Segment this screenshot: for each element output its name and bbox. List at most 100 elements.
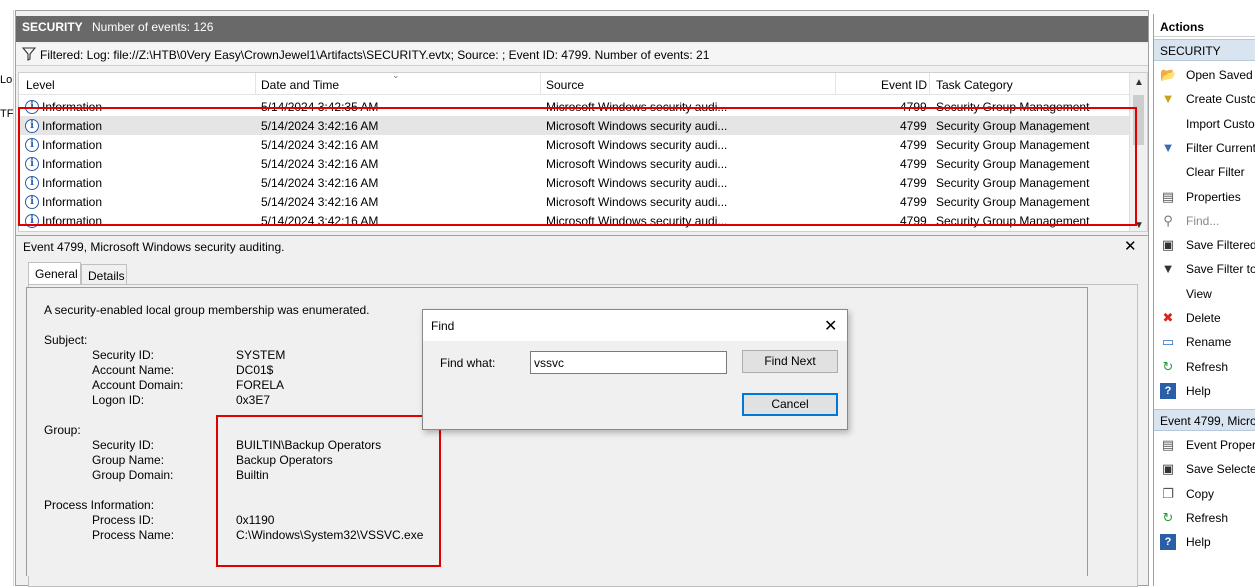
action-label: Help [1186, 383, 1211, 398]
process-label: Process Information: [44, 498, 155, 512]
section-label: Event 4799, Micro [1160, 414, 1255, 428]
column-header-date[interactable]: Date and Time [261, 78, 339, 92]
filter-icon: ▼ [1161, 139, 1175, 155]
close-icon[interactable]: ✕ [1124, 237, 1137, 255]
event-detail-header: Event 4799, Microsoft Windows security a… [16, 235, 1148, 257]
grid-header: Level Date and Time ⌄ Source Event ID Ta… [19, 73, 1129, 95]
actions-section-event[interactable]: Event 4799, Micro [1154, 409, 1255, 431]
save-icon: ▣ [1161, 237, 1175, 253]
field-value: DC01$ [236, 363, 274, 377]
action-label: Refresh [1186, 510, 1229, 525]
left-pane-edge: Lo TF [0, 10, 14, 586]
action-item[interactable]: ⚲ Find... [1154, 210, 1255, 232]
action-item[interactable]: ▣ Save Filtered [1154, 234, 1255, 256]
field-key: Security ID: [92, 348, 155, 362]
log-title: SECURITY [22, 20, 83, 34]
action-item[interactable]: ▤ Event Propert [1154, 434, 1255, 456]
close-icon[interactable]: ✕ [824, 316, 837, 336]
actions-title: Actions [1160, 20, 1205, 34]
action-item[interactable]: ❐ Copy [1154, 483, 1255, 505]
action-item[interactable]: ▭ Rename [1154, 331, 1255, 353]
group-label: Group: [44, 423, 81, 437]
copy-icon: ❐ [1162, 485, 1174, 501]
highlight-box-rows [18, 107, 1137, 226]
action-label: Save Filtered [1186, 238, 1255, 253]
action-label: Rename [1186, 335, 1232, 350]
action-item[interactable]: ? Help [1154, 380, 1255, 402]
action-label: Filter Current [1186, 140, 1255, 155]
blank-icon [1160, 164, 1176, 180]
field-key: Process ID: [92, 513, 155, 527]
field-key: Account Domain: [92, 378, 184, 392]
scroll-up-icon[interactable]: ▲ [1134, 77, 1144, 88]
action-item[interactable]: ▼ Save Filter to [1154, 258, 1255, 280]
action-item[interactable]: ✖ Delete [1154, 307, 1255, 329]
action-label: Import Custo [1186, 116, 1255, 131]
actions-section-security[interactable]: SECURITY [1154, 39, 1255, 61]
action-label: View [1186, 286, 1212, 301]
log-title-bar: SECURITY Number of events: 126 [16, 16, 1148, 42]
folder-icon: 📂 [1160, 67, 1177, 82]
field-value: FORELA [236, 378, 285, 392]
field-key: Process Name: [92, 528, 175, 542]
action-item[interactable]: ▼ Filter Current [1154, 137, 1255, 159]
left-fragment: TF [0, 108, 14, 120]
properties-icon: ▤ [1161, 188, 1175, 204]
subject-label: Subject: [44, 333, 88, 347]
action-item[interactable]: Clear Filter [1154, 161, 1255, 183]
find-next-button[interactable]: Find Next [742, 350, 838, 373]
action-item[interactable]: ? Help [1154, 531, 1255, 553]
column-header-level[interactable]: Level [26, 78, 55, 92]
action-label: Save Filter to [1186, 262, 1255, 277]
find-dialog: Find ✕ Find what: Find Next Cancel [422, 309, 848, 430]
action-item[interactable]: ▼ Create Custo [1154, 88, 1255, 110]
help-icon: ? [1160, 382, 1176, 399]
actions-pane: Actions SECURITY 📂 Open Saved L ▼ Create Cu… [1153, 14, 1255, 586]
section-label: SECURITY [1160, 44, 1221, 58]
action-item[interactable]: ↻ Refresh [1154, 507, 1255, 529]
left-fragment: Lo [0, 74, 13, 86]
column-header-event-id[interactable]: Event ID [881, 78, 927, 92]
action-label: Refresh [1186, 359, 1229, 374]
field-value: 0x3E7 [236, 393, 271, 407]
action-item[interactable]: ↻ Refresh [1154, 356, 1255, 378]
event-count: Number of events: 126 [92, 20, 214, 34]
action-item[interactable]: 📂 Open Saved L [1154, 64, 1255, 86]
filter-description: Filtered: Log: file://Z:\HTB\0Very Easy\… [40, 48, 710, 62]
event-properties-icon: ▤ [1161, 437, 1175, 452]
filter-bar: Filtered: Log: file://Z:\HTB\0Very Easy\… [16, 44, 1148, 66]
tab-details[interactable]: Details [81, 264, 127, 285]
action-item[interactable]: ▤ Properties [1154, 186, 1255, 208]
sort-indicator-icon: ⌄ [392, 72, 400, 80]
event-detail-title: Event 4799, Microsoft Windows security a… [23, 240, 285, 254]
action-item[interactable]: View [1154, 283, 1255, 305]
filter-icon [21, 47, 37, 64]
description-text: A security-enabled local group membershi… [44, 303, 370, 317]
refresh-icon: ↻ [1162, 509, 1174, 525]
action-item[interactable]: ▣ Save Selected [1154, 458, 1255, 480]
field-key: Security ID: [92, 438, 155, 452]
column-header-task-category[interactable]: Task Category [936, 78, 1013, 92]
action-label: Event Propert [1186, 438, 1255, 452]
action-label: Create Custo [1186, 92, 1255, 107]
rename-icon: ▭ [1161, 334, 1175, 350]
action-label: Clear Filter [1186, 165, 1245, 180]
field-value: SYSTEM [236, 348, 286, 362]
find-dialog-titlebar[interactable]: Find ✕ [423, 310, 847, 341]
field-key: Group Name: [92, 453, 165, 467]
cancel-button[interactable]: Cancel [742, 393, 838, 416]
find-what-input[interactable] [530, 351, 727, 374]
column-header-source[interactable]: Source [546, 78, 584, 92]
refresh-icon: ↻ [1162, 358, 1174, 374]
actions-header: Actions [1154, 16, 1255, 37]
action-label: Copy [1186, 486, 1215, 501]
action-label: Save Selected [1186, 462, 1255, 477]
action-label: Help [1186, 535, 1211, 550]
action-item[interactable]: Import Custo [1154, 113, 1255, 135]
highlight-box-group-process [216, 415, 441, 567]
help-icon: ? [1160, 534, 1176, 551]
tab-general[interactable]: General [28, 262, 81, 285]
action-label: Find... [1186, 213, 1220, 228]
field-key: Logon ID: [92, 393, 145, 407]
save-icon: ▣ [1161, 461, 1175, 477]
